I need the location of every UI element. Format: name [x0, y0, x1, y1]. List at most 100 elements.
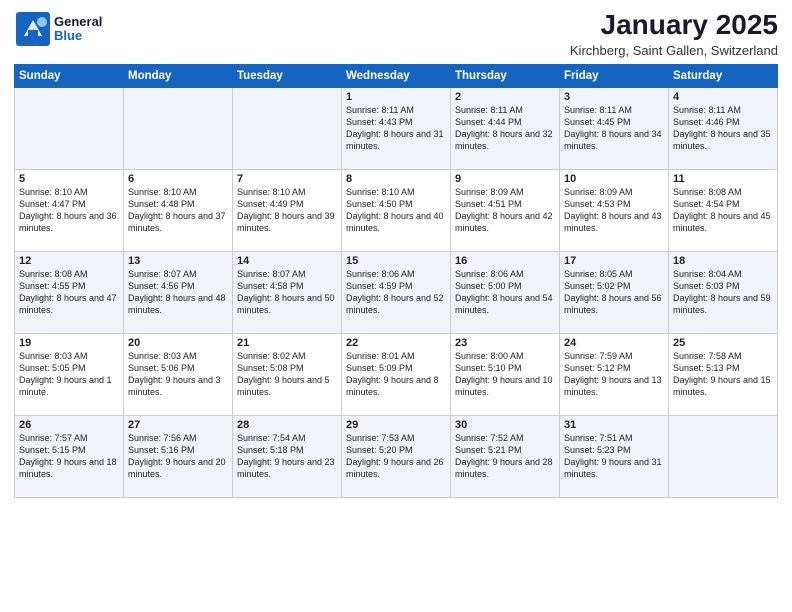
calendar-cell: 23Sunrise: 8:00 AM Sunset: 5:10 PM Dayli… [451, 333, 560, 415]
day-number: 29 [346, 419, 446, 431]
day-number: 23 [455, 337, 555, 349]
day-info: Sunrise: 8:07 AM Sunset: 4:56 PM Dayligh… [128, 268, 228, 317]
day-number: 10 [564, 173, 664, 185]
calendar-cell: 29Sunrise: 7:53 AM Sunset: 5:20 PM Dayli… [342, 415, 451, 497]
day-number: 25 [673, 337, 773, 349]
calendar: Sunday Monday Tuesday Wednesday Thursday… [14, 64, 778, 498]
calendar-cell: 25Sunrise: 7:58 AM Sunset: 5:13 PM Dayli… [669, 333, 778, 415]
day-info: Sunrise: 8:09 AM Sunset: 4:53 PM Dayligh… [564, 186, 664, 235]
day-info: Sunrise: 8:01 AM Sunset: 5:09 PM Dayligh… [346, 350, 446, 399]
day-number: 5 [19, 173, 119, 185]
day-number: 8 [346, 173, 446, 185]
calendar-cell: 18Sunrise: 8:04 AM Sunset: 5:03 PM Dayli… [669, 251, 778, 333]
day-number: 28 [237, 419, 337, 431]
day-number: 17 [564, 255, 664, 267]
calendar-cell: 15Sunrise: 8:06 AM Sunset: 4:59 PM Dayli… [342, 251, 451, 333]
day-info: Sunrise: 8:08 AM Sunset: 4:54 PM Dayligh… [673, 186, 773, 235]
col-friday: Friday [560, 64, 669, 87]
day-info: Sunrise: 7:57 AM Sunset: 5:15 PM Dayligh… [19, 432, 119, 481]
day-info: Sunrise: 8:09 AM Sunset: 4:51 PM Dayligh… [455, 186, 555, 235]
day-info: Sunrise: 7:58 AM Sunset: 5:13 PM Dayligh… [673, 350, 773, 399]
logo: General Blue [14, 10, 102, 48]
day-info: Sunrise: 8:02 AM Sunset: 5:08 PM Dayligh… [237, 350, 337, 399]
day-info: Sunrise: 8:11 AM Sunset: 4:43 PM Dayligh… [346, 104, 446, 153]
day-number: 31 [564, 419, 664, 431]
day-number: 9 [455, 173, 555, 185]
day-number: 19 [19, 337, 119, 349]
day-number: 24 [564, 337, 664, 349]
calendar-cell: 24Sunrise: 7:59 AM Sunset: 5:12 PM Dayli… [560, 333, 669, 415]
day-number: 11 [673, 173, 773, 185]
calendar-cell: 7Sunrise: 8:10 AM Sunset: 4:49 PM Daylig… [233, 169, 342, 251]
calendar-cell: 16Sunrise: 8:06 AM Sunset: 5:00 PM Dayli… [451, 251, 560, 333]
calendar-week-row: 19Sunrise: 8:03 AM Sunset: 5:05 PM Dayli… [15, 333, 778, 415]
calendar-cell: 28Sunrise: 7:54 AM Sunset: 5:18 PM Dayli… [233, 415, 342, 497]
logo-label: General Blue [54, 15, 102, 44]
calendar-cell: 3Sunrise: 8:11 AM Sunset: 4:45 PM Daylig… [560, 87, 669, 169]
col-saturday: Saturday [669, 64, 778, 87]
calendar-cell: 13Sunrise: 8:07 AM Sunset: 4:56 PM Dayli… [124, 251, 233, 333]
day-number: 3 [564, 91, 664, 103]
col-tuesday: Tuesday [233, 64, 342, 87]
calendar-cell: 26Sunrise: 7:57 AM Sunset: 5:15 PM Dayli… [15, 415, 124, 497]
calendar-cell: 1Sunrise: 8:11 AM Sunset: 4:43 PM Daylig… [342, 87, 451, 169]
day-info: Sunrise: 8:11 AM Sunset: 4:44 PM Dayligh… [455, 104, 555, 153]
calendar-cell: 19Sunrise: 8:03 AM Sunset: 5:05 PM Dayli… [15, 333, 124, 415]
day-number: 2 [455, 91, 555, 103]
day-number: 14 [237, 255, 337, 267]
col-wednesday: Wednesday [342, 64, 451, 87]
calendar-cell: 31Sunrise: 7:51 AM Sunset: 5:23 PM Dayli… [560, 415, 669, 497]
day-number: 13 [128, 255, 228, 267]
calendar-cell: 11Sunrise: 8:08 AM Sunset: 4:54 PM Dayli… [669, 169, 778, 251]
calendar-cell [233, 87, 342, 169]
calendar-cell: 17Sunrise: 8:05 AM Sunset: 5:02 PM Dayli… [560, 251, 669, 333]
logo-general-text: General [54, 15, 102, 29]
day-info: Sunrise: 8:06 AM Sunset: 5:00 PM Dayligh… [455, 268, 555, 317]
day-number: 26 [19, 419, 119, 431]
day-info: Sunrise: 8:10 AM Sunset: 4:47 PM Dayligh… [19, 186, 119, 235]
calendar-week-row: 5Sunrise: 8:10 AM Sunset: 4:47 PM Daylig… [15, 169, 778, 251]
day-info: Sunrise: 8:10 AM Sunset: 4:48 PM Dayligh… [128, 186, 228, 235]
day-number: 27 [128, 419, 228, 431]
col-sunday: Sunday [15, 64, 124, 87]
day-info: Sunrise: 8:03 AM Sunset: 5:06 PM Dayligh… [128, 350, 228, 399]
col-monday: Monday [124, 64, 233, 87]
calendar-cell [669, 415, 778, 497]
day-info: Sunrise: 8:10 AM Sunset: 4:50 PM Dayligh… [346, 186, 446, 235]
calendar-cell [15, 87, 124, 169]
month-title: January 2025 [570, 10, 778, 41]
col-thursday: Thursday [451, 64, 560, 87]
day-info: Sunrise: 8:11 AM Sunset: 4:45 PM Dayligh… [564, 104, 664, 153]
day-info: Sunrise: 8:11 AM Sunset: 4:46 PM Dayligh… [673, 104, 773, 153]
calendar-cell: 14Sunrise: 8:07 AM Sunset: 4:58 PM Dayli… [233, 251, 342, 333]
calendar-header-row: Sunday Monday Tuesday Wednesday Thursday… [15, 64, 778, 87]
day-info: Sunrise: 8:03 AM Sunset: 5:05 PM Dayligh… [19, 350, 119, 399]
calendar-cell: 22Sunrise: 8:01 AM Sunset: 5:09 PM Dayli… [342, 333, 451, 415]
day-info: Sunrise: 8:06 AM Sunset: 4:59 PM Dayligh… [346, 268, 446, 317]
calendar-cell: 5Sunrise: 8:10 AM Sunset: 4:47 PM Daylig… [15, 169, 124, 251]
day-info: Sunrise: 7:56 AM Sunset: 5:16 PM Dayligh… [128, 432, 228, 481]
day-number: 20 [128, 337, 228, 349]
calendar-cell: 10Sunrise: 8:09 AM Sunset: 4:53 PM Dayli… [560, 169, 669, 251]
title-block: January 2025 Kirchberg, Saint Gallen, Sw… [570, 10, 778, 58]
calendar-cell: 27Sunrise: 7:56 AM Sunset: 5:16 PM Dayli… [124, 415, 233, 497]
calendar-cell: 8Sunrise: 8:10 AM Sunset: 4:50 PM Daylig… [342, 169, 451, 251]
day-info: Sunrise: 7:54 AM Sunset: 5:18 PM Dayligh… [237, 432, 337, 481]
location-title: Kirchberg, Saint Gallen, Switzerland [570, 43, 778, 58]
day-info: Sunrise: 8:10 AM Sunset: 4:49 PM Dayligh… [237, 186, 337, 235]
day-info: Sunrise: 7:52 AM Sunset: 5:21 PM Dayligh… [455, 432, 555, 481]
day-number: 7 [237, 173, 337, 185]
day-info: Sunrise: 7:59 AM Sunset: 5:12 PM Dayligh… [564, 350, 664, 399]
day-number: 6 [128, 173, 228, 185]
day-info: Sunrise: 7:51 AM Sunset: 5:23 PM Dayligh… [564, 432, 664, 481]
calendar-week-row: 12Sunrise: 8:08 AM Sunset: 4:55 PM Dayli… [15, 251, 778, 333]
calendar-week-row: 26Sunrise: 7:57 AM Sunset: 5:15 PM Dayli… [15, 415, 778, 497]
calendar-cell: 9Sunrise: 8:09 AM Sunset: 4:51 PM Daylig… [451, 169, 560, 251]
header: General Blue January 2025 Kirchberg, Sai… [14, 10, 778, 58]
day-number: 30 [455, 419, 555, 431]
calendar-cell: 4Sunrise: 8:11 AM Sunset: 4:46 PM Daylig… [669, 87, 778, 169]
calendar-cell: 2Sunrise: 8:11 AM Sunset: 4:44 PM Daylig… [451, 87, 560, 169]
calendar-cell: 6Sunrise: 8:10 AM Sunset: 4:48 PM Daylig… [124, 169, 233, 251]
calendar-cell: 30Sunrise: 7:52 AM Sunset: 5:21 PM Dayli… [451, 415, 560, 497]
calendar-week-row: 1Sunrise: 8:11 AM Sunset: 4:43 PM Daylig… [15, 87, 778, 169]
